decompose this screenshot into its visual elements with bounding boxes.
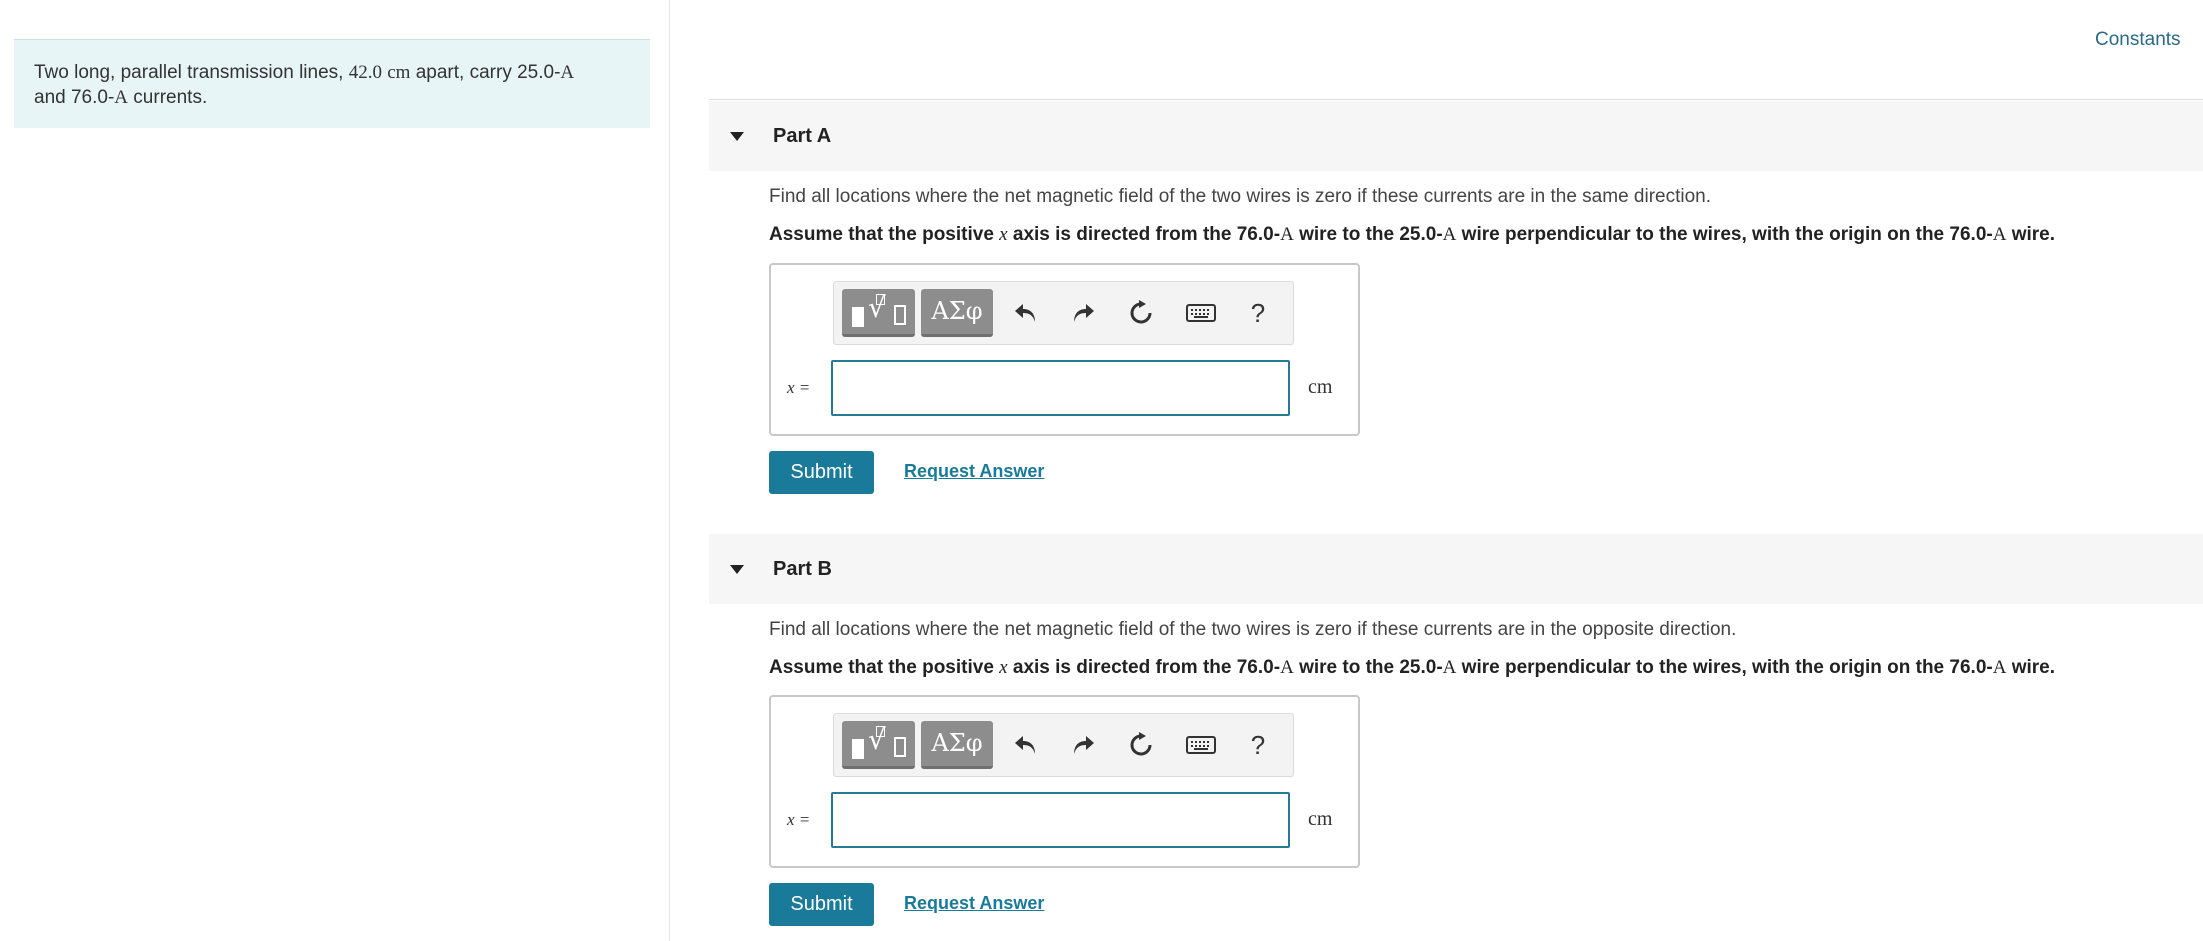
problem-text: Two long, parallel transmission lines, [34, 62, 349, 83]
part-b-answer-input[interactable] [831, 792, 1290, 848]
problem-current-unit: A [114, 87, 129, 108]
problem-current-1: 25.0- [517, 62, 561, 83]
problem-text: and [34, 87, 71, 108]
assumption-unit: A [1280, 657, 1294, 678]
problem-distance-unit: cm [387, 62, 411, 83]
templates-icon[interactable]: √ [842, 721, 915, 769]
unit-label: cm [1308, 808, 1333, 830]
assumption-text: wire perpendicular to the wires, with th… [1456, 657, 1993, 678]
greek-symbols-icon[interactable]: ΑΣφ [921, 721, 993, 769]
part-a-submit-button[interactable]: Submit [769, 451, 874, 494]
help-icon[interactable]: ? [1241, 296, 1275, 330]
problem-text: currents. [128, 87, 208, 108]
assumption-text: wire to the 25.0- [1293, 657, 1443, 678]
part-a-title: Part A [773, 125, 832, 147]
part-a-header[interactable]: Part A [709, 101, 2203, 171]
part-b-submit-button[interactable]: Submit [769, 883, 874, 926]
assumption-unit: A [1992, 657, 2007, 678]
assumption-unit: A [1442, 224, 1457, 245]
divider [709, 99, 2203, 100]
part-a-request-answer-link[interactable]: Request Answer [904, 461, 1044, 482]
part-b-answer-box: √ ΑΣφ ? x = cm [769, 695, 1360, 868]
variable-label: x = [787, 810, 811, 829]
collapse-caret-icon[interactable] [730, 565, 744, 574]
assumption-text: wire to the 25.0- [1293, 224, 1443, 245]
assumption-unit: A [1992, 224, 2007, 245]
assumption-variable: x [999, 657, 1008, 678]
keyboard-icon[interactable] [1184, 296, 1218, 330]
assumption-text: axis is directed from the 76.0- [1007, 224, 1281, 245]
undo-icon[interactable] [1009, 296, 1043, 330]
assumption-text: Assume that the positive [769, 657, 1000, 678]
reset-icon[interactable] [1124, 296, 1158, 330]
assumption-text: axis is directed from the 76.0- [1007, 657, 1281, 678]
problem-current-2: 76.0- [70, 87, 115, 108]
greek-symbols-icon[interactable]: ΑΣφ [921, 289, 993, 337]
part-a-answer-box: √ ΑΣφ ? x = cm [769, 263, 1360, 436]
problem-text: apart, carry [410, 62, 518, 83]
problem-statement: Two long, parallel transmission lines, 4… [14, 39, 650, 128]
assumption-unit: A [1280, 224, 1294, 245]
assumption-unit: A [1442, 657, 1457, 678]
problem-panel: Two long, parallel transmission lines, 4… [0, 0, 670, 941]
problem-current-unit: A [560, 62, 575, 83]
unit-label: cm [1308, 376, 1333, 398]
part-b-request-answer-link[interactable]: Request Answer [904, 893, 1044, 914]
redo-icon[interactable] [1066, 296, 1100, 330]
redo-icon[interactable] [1066, 728, 1100, 762]
part-b-header[interactable]: Part B [709, 534, 2203, 604]
assumption-variable: x [999, 224, 1008, 245]
assumption-text: wire perpendicular to the wires, with th… [1456, 224, 1993, 245]
assumption-text: Assume that the positive [769, 224, 1000, 245]
undo-icon[interactable] [1009, 728, 1043, 762]
assumption-text: wire. [2006, 657, 2056, 678]
reset-icon[interactable] [1124, 728, 1158, 762]
part-b-question: Find all locations where the net magneti… [769, 619, 1737, 640]
help-icon[interactable]: ? [1241, 728, 1275, 762]
constants-link[interactable]: Constants [2095, 29, 2181, 51]
keyboard-icon[interactable] [1184, 728, 1218, 762]
math-toolbar: √ ΑΣφ ? [833, 713, 1294, 777]
collapse-caret-icon[interactable] [730, 132, 744, 141]
part-a-question: Find all locations where the net magneti… [769, 186, 1712, 207]
part-b-title: Part B [773, 558, 832, 580]
problem-distance: 42.0 [348, 62, 382, 83]
assumption-text: wire. [2006, 224, 2056, 245]
math-toolbar: √ ΑΣφ ? [833, 281, 1294, 345]
part-b-assumption: Assume that the positive x axis is direc… [769, 657, 2055, 679]
part-a-assumption: Assume that the positive x axis is direc… [769, 224, 2055, 246]
variable-label: x = [787, 378, 811, 397]
templates-icon[interactable]: √ [842, 289, 915, 337]
part-a-answer-input[interactable] [831, 360, 1290, 416]
